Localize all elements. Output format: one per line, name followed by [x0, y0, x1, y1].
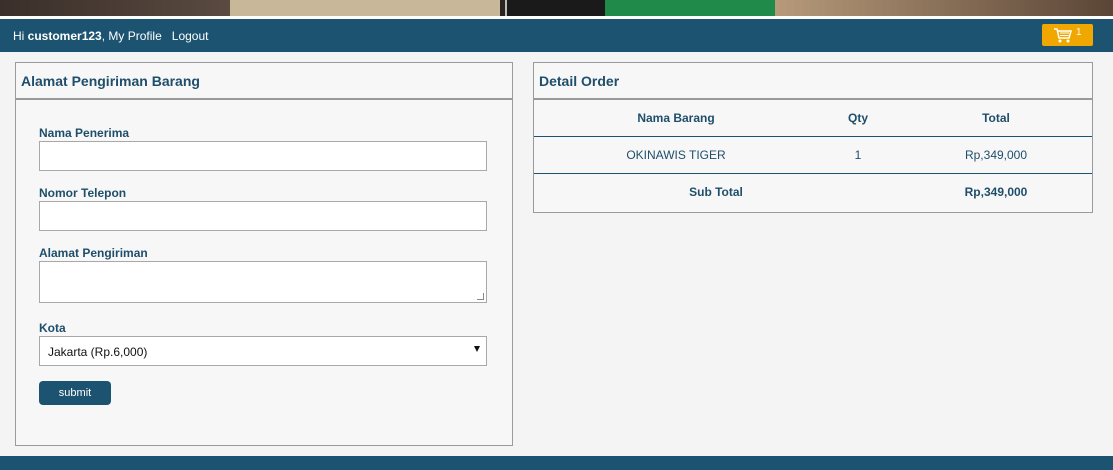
shipping-address-textarea[interactable]	[39, 261, 487, 303]
item-name-cell: OKINAWIS TIGER	[626, 148, 726, 162]
table-row: OKINAWIS TIGER 1 Rp,349,000	[534, 137, 1092, 174]
top-navbar: Hi customer123, My Profile Logout 1	[0, 19, 1113, 52]
dropdown-arrow-icon	[474, 346, 480, 352]
username: customer123	[27, 29, 102, 43]
resize-handle-icon[interactable]	[477, 293, 484, 300]
city-label: Kota	[39, 321, 66, 335]
cart-count-badge: 1	[1076, 27, 1082, 38]
header-banner-image	[0, 0, 1113, 16]
city-selected-value: Jakarta (Rp.6,000)	[48, 345, 148, 359]
my-profile-link[interactable]: My Profile	[108, 29, 161, 43]
recipient-name-label: Nama Penerima	[39, 126, 130, 140]
shipping-address-panel: Alamat Pengiriman Barang Nama Penerima N…	[15, 62, 513, 446]
order-table: Nama Barang Qty Total OKINAWIS TIGER 1 R…	[534, 100, 1092, 211]
logout-link[interactable]: Logout	[172, 29, 209, 43]
item-total-cell: Rp,349,000	[964, 148, 1028, 162]
column-header-item-name: Nama Barang	[637, 111, 715, 125]
shipping-address-label: Alamat Pengiriman	[39, 246, 148, 260]
shipping-panel-title: Alamat Pengiriman Barang	[16, 63, 512, 100]
table-header-row: Nama Barang Qty Total	[534, 100, 1092, 137]
recipient-name-input[interactable]	[39, 141, 487, 171]
shopping-cart-icon	[1054, 28, 1072, 43]
cart-button[interactable]: 1	[1042, 24, 1093, 46]
phone-number-label: Nomor Telepon	[39, 186, 127, 200]
city-select[interactable]: Jakarta (Rp.6,000)	[39, 336, 487, 366]
item-qty-cell: 1	[854, 148, 862, 162]
column-header-total: Total	[982, 111, 1010, 125]
order-panel-title: Detail Order	[534, 63, 1092, 100]
greeting-prefix: Hi	[13, 29, 28, 43]
phone-number-input[interactable]	[39, 201, 487, 231]
column-header-qty: Qty	[847, 111, 868, 125]
greeting-comma: ,	[101, 29, 106, 43]
order-detail-panel: Detail Order Nama Barang Qty Total OKINA…	[533, 62, 1093, 213]
subtotal-value: Rp,349,000	[964, 185, 1028, 199]
subtotal-row: Sub Total Rp,349,000	[534, 174, 1092, 211]
user-greeting: Hi customer123, My Profile Logout	[13, 29, 208, 43]
subtotal-label: Sub Total	[689, 185, 743, 199]
page-footer	[0, 456, 1113, 470]
submit-button[interactable]: submit	[39, 381, 111, 405]
